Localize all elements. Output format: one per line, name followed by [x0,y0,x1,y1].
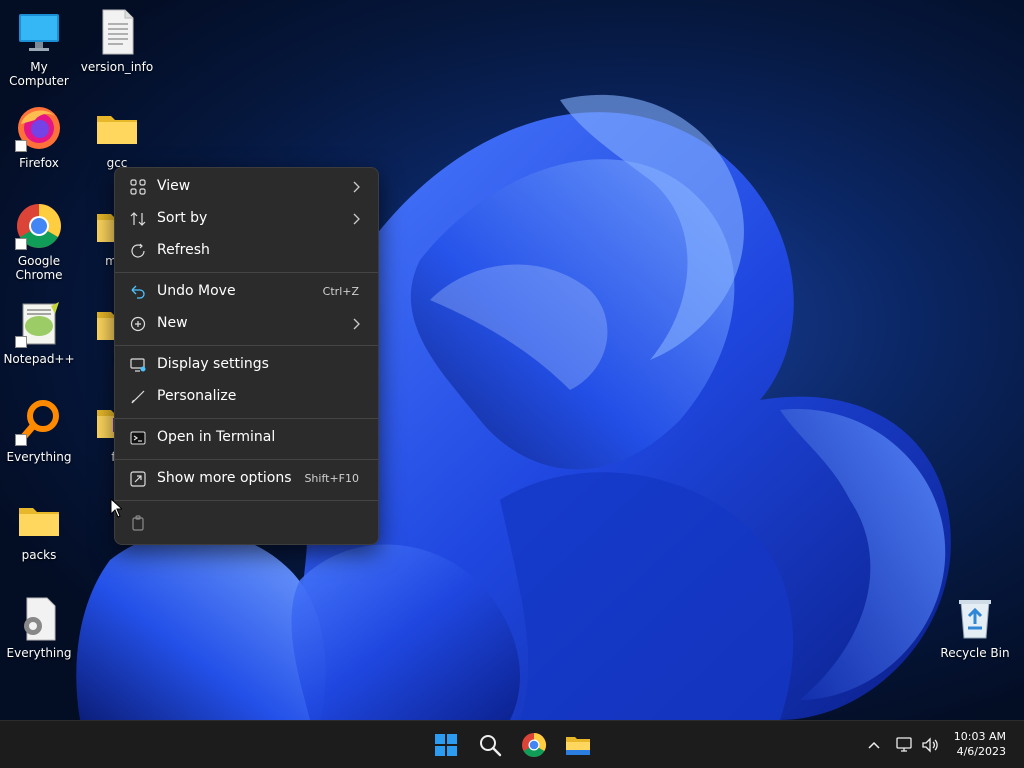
icon-label: Google Chrome [15,254,63,282]
menu-separator [115,418,378,419]
view-grid-icon [130,179,146,195]
folder-icon [15,496,63,544]
clock-date: 4/6/2023 [956,745,1006,758]
undo-icon [131,285,145,299]
icon-label: Everything [6,646,72,660]
settings-file-icon [15,594,63,642]
shortcut-arrow-icon [15,140,27,152]
desktop-icon-google-chrome[interactable]: Google Chrome [0,202,78,282]
monitor-icon [15,8,63,56]
chrome-icon [15,202,63,250]
menu-item-label: Sort by [157,210,208,226]
start-windows-icon [435,734,457,756]
desktop-icon-packs[interactable]: packs [0,496,78,562]
search-icon [480,735,502,757]
desktop-icon-recycle-bin[interactable]: Recycle Bin [936,594,1014,660]
more-options-icon [130,471,146,487]
menu-item-label: Open in Terminal [157,429,276,445]
menu-item-new[interactable]: New [119,309,375,339]
chevron-right-icon [353,213,360,225]
icon-label: Notepad++ [3,352,75,366]
display-settings-icon [130,358,146,372]
menu-item-label: Undo Move [157,283,236,299]
desktop-icon-firefox[interactable]: Firefox [0,104,78,170]
terminal-icon [130,431,146,445]
recycle-bin-icon [951,594,999,642]
shortcut-hint: Shift+F10 [304,472,359,485]
file-explorer-icon [566,737,590,755]
desktop-context-menu: View Sort by Refresh Undo Move Ctrl+Z Ne… [114,167,379,545]
menu-item-display-settings[interactable]: Display settings [119,350,375,380]
desktop[interactable]: My Computer version_info Firefox gcc Goo… [0,0,1024,720]
taskbar: 10:03 AM 4/6/2023 [0,720,1024,768]
menu-item-open-in-terminal[interactable]: Open in Terminal [119,423,375,453]
chevron-up-icon[interactable] [864,735,884,755]
everything-search-icon [15,398,63,446]
notepad-plus-plus-icon [15,300,63,348]
desktop-icon-everything[interactable]: Everything [0,398,78,464]
folder-icon [93,104,141,152]
refresh-icon [131,243,145,258]
desktop-icon-everything-settings[interactable]: Everything [0,594,78,660]
shortcut-hint: Ctrl+Z [322,285,359,298]
menu-separator [115,272,378,273]
shortcut-arrow-icon [15,336,27,348]
menu-item-undo-move[interactable]: Undo Move Ctrl+Z [119,277,375,307]
icon-label: packs [21,548,57,562]
paste-icon [132,515,144,531]
menu-item-view[interactable]: View [119,172,375,202]
icon-label: version_info [80,60,154,74]
chevron-right-icon [353,318,360,330]
taskbar-chrome-button[interactable] [518,729,550,761]
menu-item-label: Refresh [157,242,210,258]
menu-item-label: Display settings [157,356,269,372]
menu-separator [115,459,378,460]
desktop-icon-notepad-plus-plus[interactable]: Notepad++ [0,300,78,366]
icon-label: Everything [6,450,72,464]
menu-paste-button[interactable] [119,508,159,538]
volume-icon[interactable] [920,735,940,755]
shortcut-arrow-icon [15,434,27,446]
taskbar-search-button[interactable] [474,729,506,761]
menu-item-show-more-options[interactable]: Show more options Shift+F10 [119,464,375,494]
network-icon[interactable] [895,735,915,755]
menu-item-refresh[interactable]: Refresh [119,236,375,266]
icon-label: Recycle Bin [940,646,1010,660]
desktop-icon-my-computer[interactable]: My Computer [0,8,78,88]
new-plus-icon [130,316,146,332]
menu-item-label: Show more options [157,470,292,486]
menu-item-sort-by[interactable]: Sort by [119,204,375,234]
chevron-right-icon [353,181,360,193]
icon-label: My Computer [9,60,69,88]
desktop-icon-version-info[interactable]: version_info [78,8,156,74]
system-clock[interactable]: 10:03 AM 4/6/2023 [954,729,1006,759]
clock-time: 10:03 AM [953,730,1006,743]
start-button[interactable] [430,729,462,761]
chrome-icon [522,733,547,758]
menu-separator [115,500,378,501]
personalize-brush-icon [131,390,145,404]
mouse-cursor-icon [110,498,122,518]
firefox-icon [15,104,63,152]
menu-item-label: Personalize [157,388,237,404]
menu-separator [115,345,378,346]
taskbar-file-explorer-button[interactable] [562,729,594,761]
menu-item-label: New [157,315,188,331]
icon-label: Firefox [19,156,59,170]
text-file-icon [93,8,141,56]
desktop-icon-gcc[interactable]: gcc [78,104,156,170]
sort-icon [130,212,146,226]
menu-item-personalize[interactable]: Personalize [119,382,375,412]
menu-item-label: View [157,178,191,194]
shortcut-arrow-icon [15,238,27,250]
